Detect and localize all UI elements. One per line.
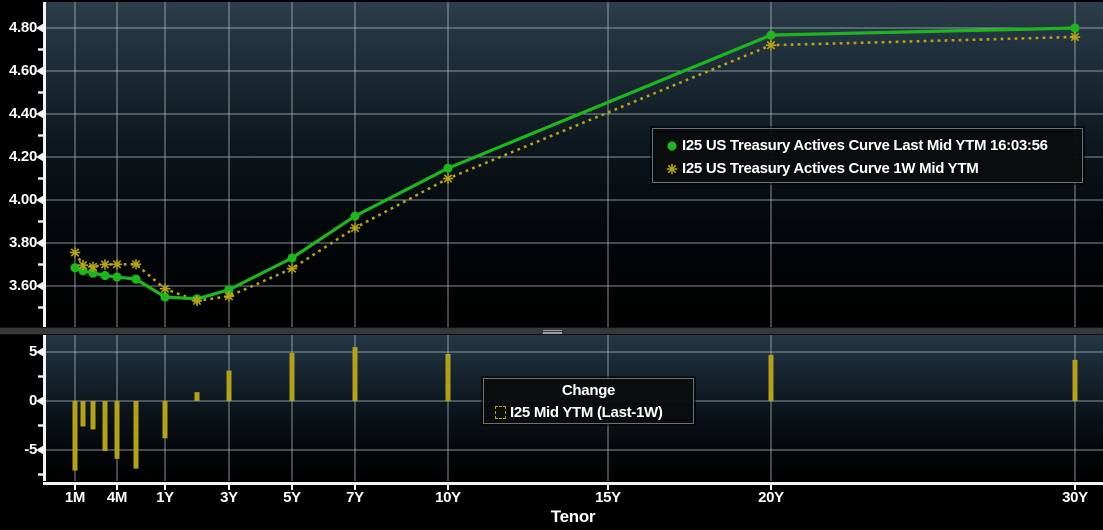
axis-minor-tick [38,263,43,266]
axis-minor-tick [38,220,43,223]
x-tick-label: 1Y [156,489,174,506]
x-tick-label: 3Y [220,489,238,506]
axis-minor-tick [38,306,43,309]
y-tick-label: 4.80 [9,19,37,36]
y-tick-label: 0 [28,392,37,409]
legend-label-change: I25 Mid YTM (Last-1W) [510,404,663,421]
axis-tick [36,109,43,119]
y-tick-label: 4.20 [9,148,37,165]
y-tick-label: -5 [24,441,37,458]
axis-tick [36,195,43,205]
y-tick-label: 5 [28,343,37,360]
axis-minor-tick [38,424,43,427]
asterisk-icon [662,161,682,177]
axis-tick [36,66,43,76]
y-tick-label: 3.80 [9,234,37,251]
y-tick-label: 4.60 [9,62,37,79]
x-tick-label: 30Y [1062,489,1088,506]
x-axis-line [43,482,1103,485]
axis-tick [36,238,43,248]
x-tick-label: 1M [64,489,86,506]
y-tick-label: 4.00 [9,191,37,208]
y-tick-label: 4.40 [9,105,37,122]
axis-minor-tick [38,375,43,378]
panel-splitter[interactable] [0,327,1103,335]
axis-tick [36,23,43,33]
y-tick-label: 3.60 [9,277,37,294]
axis-minor-tick [38,48,43,51]
x-tick-label: 10Y [435,489,461,506]
change-legend: Change I25 Mid YTM (Last-1W) [483,378,694,424]
x-axis-title: Tenor [550,507,596,526]
axis-minor-tick [38,177,43,180]
legend-label-1w: I25 US Treasury Actives Curve 1W Mid YTM [682,160,979,177]
legend-item-change[interactable]: I25 Mid YTM (Last-1W) [490,401,687,424]
green-dot-icon [662,138,682,154]
axis-tick [36,152,43,162]
axis-tick [36,396,43,406]
axis-tick [36,281,43,291]
x-tick-label: 20Y [758,489,784,506]
x-tick-label: 5Y [283,489,301,506]
axis-tick [36,347,43,357]
x-tick-label: 7Y [346,489,364,506]
legend-label-last: I25 US Treasury Actives Curve Last Mid Y… [682,137,1048,154]
axis-tick [36,445,43,455]
change-legend-title: Change [561,382,616,399]
axis-minor-tick [38,134,43,137]
curve-legend: I25 US Treasury Actives Curve Last Mid Y… [652,128,1083,183]
chart-window: I25 US Treasury Actives Curve Last Mid Y… [0,0,1103,530]
x-tick-label: 4M [106,489,128,506]
legend-item-last[interactable]: I25 US Treasury Actives Curve Last Mid Y… [662,134,1074,157]
axis-minor-tick [38,473,43,476]
splitter-handle-icon[interactable] [543,329,562,334]
dashed-box-icon [490,406,510,419]
legend-item-1w[interactable]: I25 US Treasury Actives Curve 1W Mid YTM [662,157,1074,180]
axis-minor-tick [38,91,43,94]
x-tick-label: 15Y [595,489,621,506]
